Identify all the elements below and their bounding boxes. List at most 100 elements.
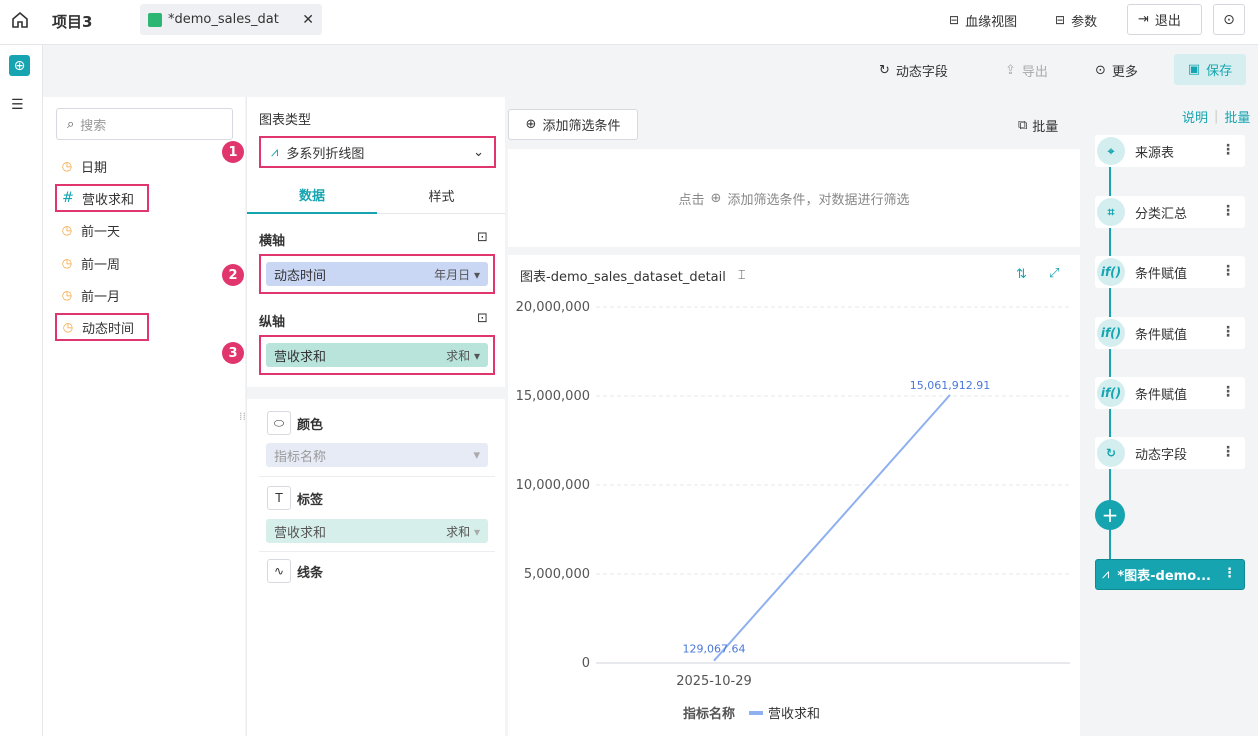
save-icon: ▣	[1187, 62, 1201, 77]
y-tick-label: 5,000,000	[524, 567, 590, 582]
node-menu-icon[interactable]: ⋮	[1221, 203, 1235, 219]
x-axis-dropzone[interactable]: 动态时间 年月日 ▾	[259, 254, 495, 294]
node-menu-icon[interactable]: ⋮	[1221, 142, 1235, 158]
tab-data[interactable]: 数据	[247, 177, 377, 214]
dynamic-field-button[interactable]: ↻ 动态字段	[879, 61, 948, 80]
legend-title: 指标名称	[683, 707, 736, 722]
lineage-label: 血缘视图	[965, 14, 1018, 30]
plus-circle-icon: ⊕	[710, 190, 722, 206]
more-circle-button[interactable]: ⊙	[1213, 4, 1245, 35]
tab-style[interactable]: 样式	[377, 177, 506, 214]
tag-label: 标签	[297, 492, 324, 508]
chart-type-select[interactable]: ⩘ 多系列折线图 ⌄	[259, 136, 496, 168]
tab-demo-sales[interactable]: *demo_sales_dat ✕	[140, 4, 322, 35]
close-icon[interactable]: ✕	[302, 12, 314, 28]
batch-button[interactable]: ⧉ 批量	[1018, 116, 1058, 135]
line-section[interactable]: ∿ 线条	[267, 559, 323, 583]
node-label: 分类汇总	[1135, 206, 1188, 222]
tab-data-label: 数据	[298, 189, 325, 204]
y-axis-label: 纵轴	[259, 315, 286, 330]
node-menu-icon[interactable]: ⋮	[1221, 444, 1235, 460]
home-icon[interactable]	[10, 10, 30, 30]
more-button[interactable]: ⊙ 更多	[1095, 61, 1138, 80]
ellipsis-icon: ⊙	[1095, 63, 1106, 78]
params-icon: ⊟	[1055, 13, 1066, 27]
field-label: 日期	[81, 160, 108, 176]
filter-hint-prefix: 点击	[678, 192, 705, 208]
color-section[interactable]: ⬭ 颜色	[267, 411, 323, 435]
tab-style-label: 样式	[428, 189, 455, 205]
divider	[259, 551, 495, 552]
function-icon: if()	[1097, 319, 1125, 347]
node-menu-icon[interactable]: ⋮	[1221, 384, 1235, 400]
y-tick-label: 20,000,000	[516, 300, 590, 315]
field-label: 前一周	[81, 257, 121, 273]
main-area: ⊕ 添加筛选条件 ⧉ 批量 点击 ⊕ 添加筛选条件，对数据进行筛选 图表-demo_…	[505, 97, 1080, 736]
step-badge-2: 2	[222, 264, 244, 286]
step-badge-3: 3	[222, 342, 244, 364]
flow-node-chart-active[interactable]: ⩘ *图表-demo... ⋮	[1095, 559, 1245, 590]
add-filter-button[interactable]: ⊕ 添加筛选条件	[508, 109, 638, 140]
tag-value: 营收求和	[274, 525, 327, 541]
toolbar: ↻ 动态字段 ⇪ 导出 ⊙ 更多 ▣ 保存	[43, 45, 1258, 97]
palette-icon: ⬭	[267, 411, 291, 435]
step-badge-1: 1	[222, 141, 244, 163]
y-axis-dropzone[interactable]: 营收求和 求和 ▾	[259, 335, 495, 375]
chart-legend[interactable]: 指标名称 营收求和	[683, 703, 820, 722]
save-button[interactable]: ▣ 保存	[1174, 54, 1246, 85]
lineage-button[interactable]: ⊟ 血缘视图	[938, 5, 1028, 35]
table-icon	[148, 12, 162, 27]
y-field-agg: 求和	[446, 348, 471, 363]
node-menu-icon[interactable]: ⋮	[1223, 566, 1236, 581]
y-tick-label: 15,000,000	[516, 389, 590, 404]
refresh-icon: ↻	[879, 63, 890, 78]
drag-handle-icon[interactable]: ⁞⁞	[239, 410, 246, 423]
batch-link[interactable]: 批量	[1224, 107, 1250, 126]
export-button[interactable]: ⇪ 导出	[1005, 61, 1048, 80]
add-node-button[interactable]: +	[1095, 500, 1125, 530]
crosshair-icon: ⌖	[1097, 137, 1125, 165]
node-label: 条件赋值	[1135, 327, 1188, 343]
color-label: 颜色	[297, 417, 324, 433]
tag-section[interactable]: T 标签	[267, 486, 323, 510]
field-revenue-sum[interactable]: # 营收求和	[55, 184, 149, 212]
clock-icon: ◷	[61, 159, 73, 173]
line-chart: 0 5,000,000 10,000,000 15,000,000 20,000,000…	[516, 300, 1070, 689]
export-label: 导出	[1021, 65, 1048, 80]
dynamic-field-label: 动态字段	[895, 65, 948, 80]
node-label: 条件赋值	[1135, 387, 1188, 403]
briefcase-icon[interactable]: ⊡	[477, 230, 488, 245]
briefcase-icon[interactable]: ⊡	[477, 311, 488, 326]
series-line	[713, 394, 951, 662]
node-label: 条件赋值	[1135, 266, 1188, 282]
node-label: 动态字段	[1135, 447, 1188, 463]
y-axis-pill[interactable]: 营收求和 求和 ▾	[266, 343, 488, 367]
number-icon: #	[62, 190, 74, 206]
color-pill[interactable]: 指标名称 ▾	[266, 443, 488, 467]
filter-area[interactable]: 点击 ⊕ 添加筛选条件，对数据进行筛选	[508, 149, 1080, 247]
node-menu-icon[interactable]: ⋮	[1221, 263, 1235, 279]
line-icon: ∿	[267, 559, 291, 583]
search-input[interactable]: ⌕ 搜索	[56, 108, 233, 140]
explain-link[interactable]: 说明	[1182, 107, 1208, 126]
list-icon[interactable]: ☰	[11, 97, 24, 113]
exit-button[interactable]: ⇥ 退出	[1127, 4, 1202, 35]
field-prev-month[interactable]: ◷ 前一月	[60, 284, 120, 306]
function-icon: if()	[1097, 379, 1125, 407]
add-icon[interactable]: ⊕	[9, 55, 30, 76]
tag-pill[interactable]: 营收求和 求和 ▾	[266, 519, 488, 543]
field-date[interactable]: ◷ 日期	[60, 155, 107, 177]
batch-label: 批量	[1032, 120, 1059, 135]
params-button[interactable]: ⊟ 参数	[1044, 5, 1108, 35]
y-tick-label: 10,000,000	[516, 478, 590, 493]
clock-icon: ◷	[62, 320, 74, 334]
node-menu-icon[interactable]: ⋮	[1221, 324, 1235, 340]
field-prev-day[interactable]: ◷ 前一天	[60, 219, 120, 241]
filter-hint: 添加筛选条件，对数据进行筛选	[727, 192, 910, 208]
field-dynamic-time[interactable]: ◷ 动态时间	[55, 313, 149, 341]
field-prev-week[interactable]: ◷ 前一周	[60, 252, 120, 274]
x-axis-pill[interactable]: 动态时间 年月日 ▾	[266, 262, 488, 286]
divider	[259, 476, 495, 477]
flow-links: 说明 | 批量	[1182, 107, 1251, 126]
refresh-icon: ↻	[1097, 439, 1125, 467]
